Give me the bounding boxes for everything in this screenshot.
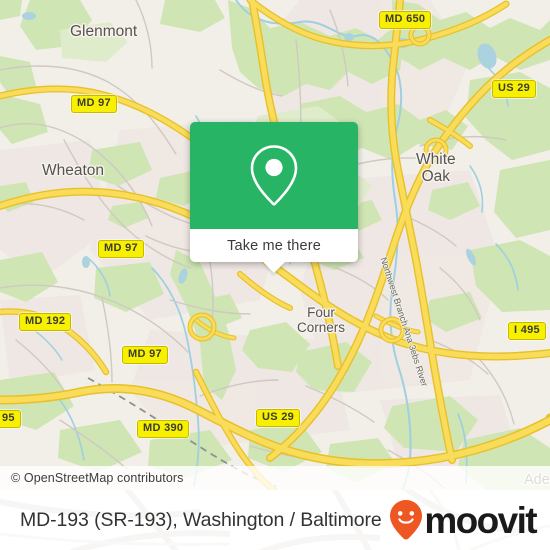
route-shield-i-495-east[interactable]: I 495	[508, 322, 546, 340]
route-shield-us-29-south[interactable]: US 29	[256, 409, 301, 427]
moovit-wordmark: moovit	[424, 499, 537, 541]
location-popup-card[interactable]: Take me there	[190, 122, 358, 273]
map-canvas[interactable]: Glenmont Wheaton WhiteOak FourCorners Ad…	[0, 0, 550, 490]
route-shield-md-97-mid[interactable]: MD 97	[98, 240, 144, 258]
openstreetmap-attribution[interactable]: © OpenStreetMap contributors	[0, 471, 184, 485]
map-pin-icon	[250, 144, 298, 206]
popup-card-action-bar[interactable]: Take me there	[190, 229, 358, 273]
page-title: MD-193 (SR-193), Washington / Baltimore	[20, 508, 382, 531]
route-shield-i-495-west[interactable]: 95	[0, 410, 21, 428]
popup-card-pointer-tail	[263, 262, 285, 273]
map-screenshot-page: Glenmont Wheaton WhiteOak FourCorners Ad…	[0, 0, 550, 550]
moovit-logo[interactable]: moovit	[389, 499, 550, 541]
footer-bar: MD-193 (SR-193), Washington / Baltimore …	[0, 490, 550, 550]
route-shield-md-650[interactable]: MD 650	[379, 11, 432, 29]
route-shield-md-390[interactable]: MD 390	[137, 420, 190, 438]
route-shield-md-192[interactable]: MD 192	[19, 313, 72, 331]
map-attribution-bar: © OpenStreetMap contributors	[0, 466, 550, 490]
take-me-there-label: Take me there	[227, 237, 321, 254]
route-shield-us-29-north[interactable]: US 29	[492, 80, 537, 98]
popup-card-image-area	[190, 122, 358, 229]
route-shield-md-97-north[interactable]: MD 97	[71, 95, 117, 113]
moovit-pin-icon	[390, 500, 423, 540]
route-shield-md-97-south[interactable]: MD 97	[122, 346, 168, 364]
